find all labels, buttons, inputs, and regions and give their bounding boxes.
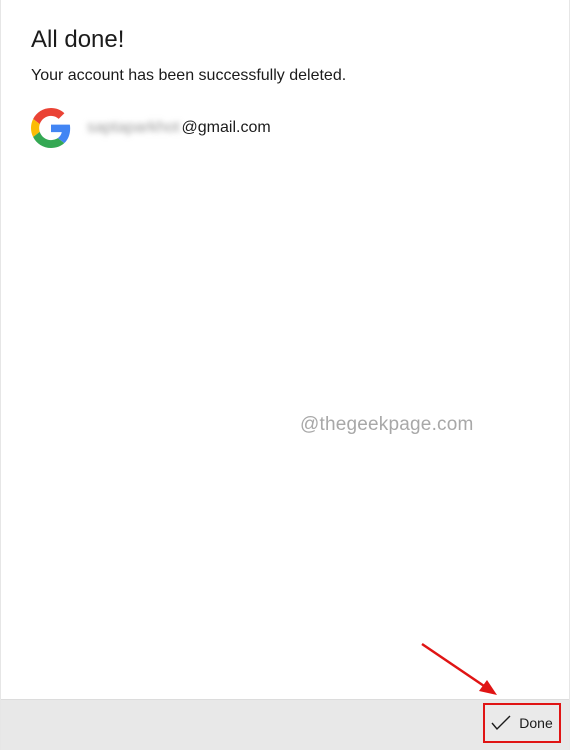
done-label: Done [519, 715, 553, 731]
dialog-footer: Done [1, 699, 569, 750]
google-logo-icon [31, 108, 71, 148]
account-email: saptaparkhot @gmail.com [87, 119, 271, 137]
red-arrow-annotation [421, 642, 497, 695]
success-message: Your account has been successfully delet… [31, 67, 347, 84]
done-button[interactable]: Done [483, 703, 561, 743]
dialog-window: All done! Your account has been successf… [0, 0, 570, 750]
email-username-redacted: saptaparkhot [87, 119, 180, 136]
email-domain: @gmail.com [181, 119, 271, 136]
watermark: @thegeekpage.com [300, 414, 474, 435]
account-row: saptaparkhot @gmail.com [31, 108, 271, 148]
check-icon [491, 715, 511, 731]
dialog-title: All done! [31, 26, 125, 53]
